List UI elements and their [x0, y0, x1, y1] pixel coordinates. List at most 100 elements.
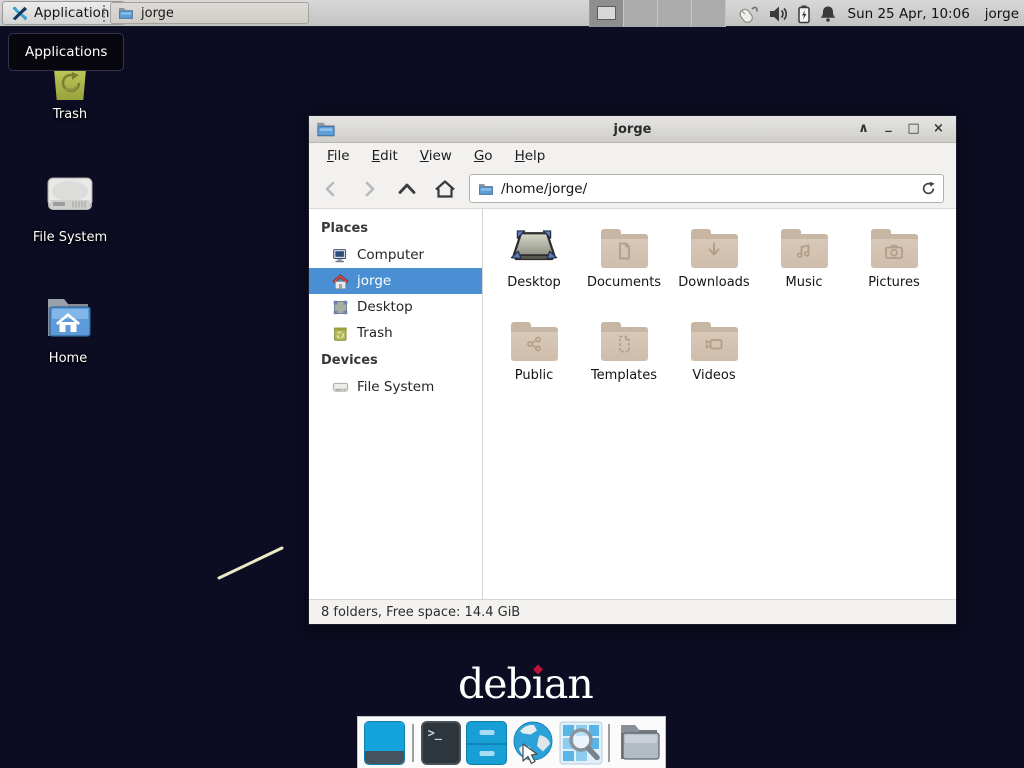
close-button[interactable]: × [932, 119, 945, 139]
statusbar: 8 folders, Free space: 14.4 GiB [309, 599, 956, 624]
notification-bell-icon[interactable] [819, 4, 837, 24]
applications-tooltip: Applications [8, 33, 124, 71]
drive-icon [332, 379, 349, 396]
volume-icon[interactable] [767, 4, 789, 24]
workspace-3[interactable] [658, 0, 692, 27]
panel-username[interactable]: jorge [985, 6, 1019, 22]
terminal-launcher[interactable]: >_ [421, 721, 462, 765]
dock-panel: >_ [357, 716, 666, 768]
file-item-downloads[interactable]: Downloads [669, 223, 759, 316]
music-folder-icon [781, 229, 828, 269]
dock-separator [608, 724, 610, 762]
downloads-folder-icon [691, 229, 738, 269]
file-item-videos[interactable]: Videos [669, 316, 759, 409]
terminal-icon: >_ [428, 726, 442, 740]
file-label: Documents [587, 275, 661, 290]
back-button[interactable] [317, 175, 345, 203]
file-manager-window: jorge ∧ _ □ × File Edit View Go Help [308, 115, 957, 625]
desktop-icon-label: Trash [53, 107, 87, 122]
workspace-4[interactable] [692, 0, 726, 27]
sidebar-item-label: jorge [357, 273, 391, 289]
location-bar[interactable]: /home/jorge/ [469, 174, 944, 203]
sidebar-item-desktop[interactable]: Desktop [309, 294, 482, 320]
file-item-desktop[interactable]: Desktop [489, 223, 579, 316]
toolbar: /home/jorge/ [309, 169, 956, 209]
pictures-folder-icon [871, 229, 918, 269]
workspace-1[interactable] [590, 0, 624, 27]
workspace-window-miniature [597, 6, 616, 20]
web-browser-launcher[interactable] [512, 721, 554, 765]
computer-icon [332, 247, 349, 264]
menu-edit[interactable]: Edit [361, 144, 409, 168]
menu-file[interactable]: File [316, 144, 361, 168]
file-item-music[interactable]: Music [759, 223, 849, 316]
window-titlebar[interactable]: jorge ∧ _ □ × [309, 116, 956, 143]
maximize-button[interactable]: □ [907, 119, 920, 139]
file-label: Templates [591, 368, 657, 383]
debian-wallpaper-logo: debıan [458, 660, 593, 708]
places-header: Places [309, 214, 482, 242]
battery-icon[interactable] [797, 4, 811, 24]
desktop-icon-home[interactable]: Home [28, 294, 108, 366]
documents-folder-icon [601, 229, 648, 269]
minimize-button[interactable]: _ [882, 116, 895, 136]
workspace-pager[interactable] [589, 0, 726, 27]
home-icon [332, 273, 349, 290]
menu-help[interactable]: Help [504, 144, 557, 168]
file-item-pictures[interactable]: Pictures [849, 223, 939, 316]
devices-header: Devices [309, 346, 482, 374]
mouse-status-icon[interactable] [735, 3, 759, 25]
sidebar-item-trash[interactable]: Trash [309, 320, 482, 346]
file-label: Desktop [507, 275, 561, 290]
sidebar-item-jorge[interactable]: jorge [309, 268, 482, 294]
sidebar-item-computer[interactable]: Computer [309, 242, 482, 268]
magnifier-icon [559, 721, 603, 765]
file-label: Downloads [678, 275, 749, 290]
forward-button[interactable] [355, 175, 383, 203]
workspace-2[interactable] [624, 0, 658, 27]
applications-menu-button[interactable]: Applications [2, 1, 125, 25]
file-manager-launcher[interactable] [466, 721, 507, 765]
home-button[interactable] [431, 175, 459, 203]
statusbar-text: 8 folders, Free space: 14.4 GiB [321, 605, 520, 620]
icon-view[interactable]: Desktop Documents [483, 209, 956, 599]
taskbar-window-button[interactable]: jorge [110, 2, 309, 24]
sidebar-item-label: File System [357, 379, 434, 395]
up-button[interactable] [393, 175, 421, 203]
file-label: Videos [692, 368, 735, 383]
desktop-icon-label: Home [49, 351, 87, 366]
show-desktop-button[interactable] [364, 721, 405, 765]
panel-clock[interactable]: Sun 25 Apr, 10:06 [848, 6, 970, 22]
taskbar-window-label: jorge [141, 6, 174, 21]
logo-text: deb [458, 660, 532, 708]
file-label: Pictures [868, 275, 919, 290]
trash-icon [332, 325, 349, 342]
menu-view[interactable]: View [409, 144, 463, 168]
sidebar-item-label: Computer [357, 247, 424, 263]
panel-handle[interactable] [103, 5, 105, 22]
file-item-public[interactable]: Public [489, 316, 579, 409]
desktop-icon-file-system[interactable]: File System [30, 174, 110, 245]
sidebar-item-label: Desktop [357, 299, 413, 315]
globe-icon [510, 720, 556, 766]
videos-folder-icon [691, 322, 738, 362]
shade-button[interactable]: ∧ [857, 119, 870, 139]
file-label: Music [786, 275, 823, 290]
top-panel: Applications jorge [0, 0, 1024, 27]
folder-launcher[interactable] [617, 721, 659, 765]
xfce-applications-icon [11, 5, 28, 22]
reload-button[interactable] [921, 181, 936, 196]
side-pane: Places Computer [309, 209, 483, 599]
file-item-documents[interactable]: Documents [579, 223, 669, 316]
logo-text: an [544, 660, 593, 708]
app-finder-launcher[interactable] [559, 721, 601, 765]
templates-folder-icon [601, 322, 648, 362]
menu-go[interactable]: Go [463, 144, 504, 168]
path-folder-icon [478, 181, 494, 197]
file-item-templates[interactable]: Templates [579, 316, 669, 409]
path-text[interactable]: /home/jorge/ [501, 181, 587, 197]
desktop: Applications jorge [0, 0, 1024, 768]
sidebar-item-file-system[interactable]: File System [309, 374, 482, 400]
folder-icon [617, 721, 661, 763]
hard-drive-icon [45, 174, 95, 223]
